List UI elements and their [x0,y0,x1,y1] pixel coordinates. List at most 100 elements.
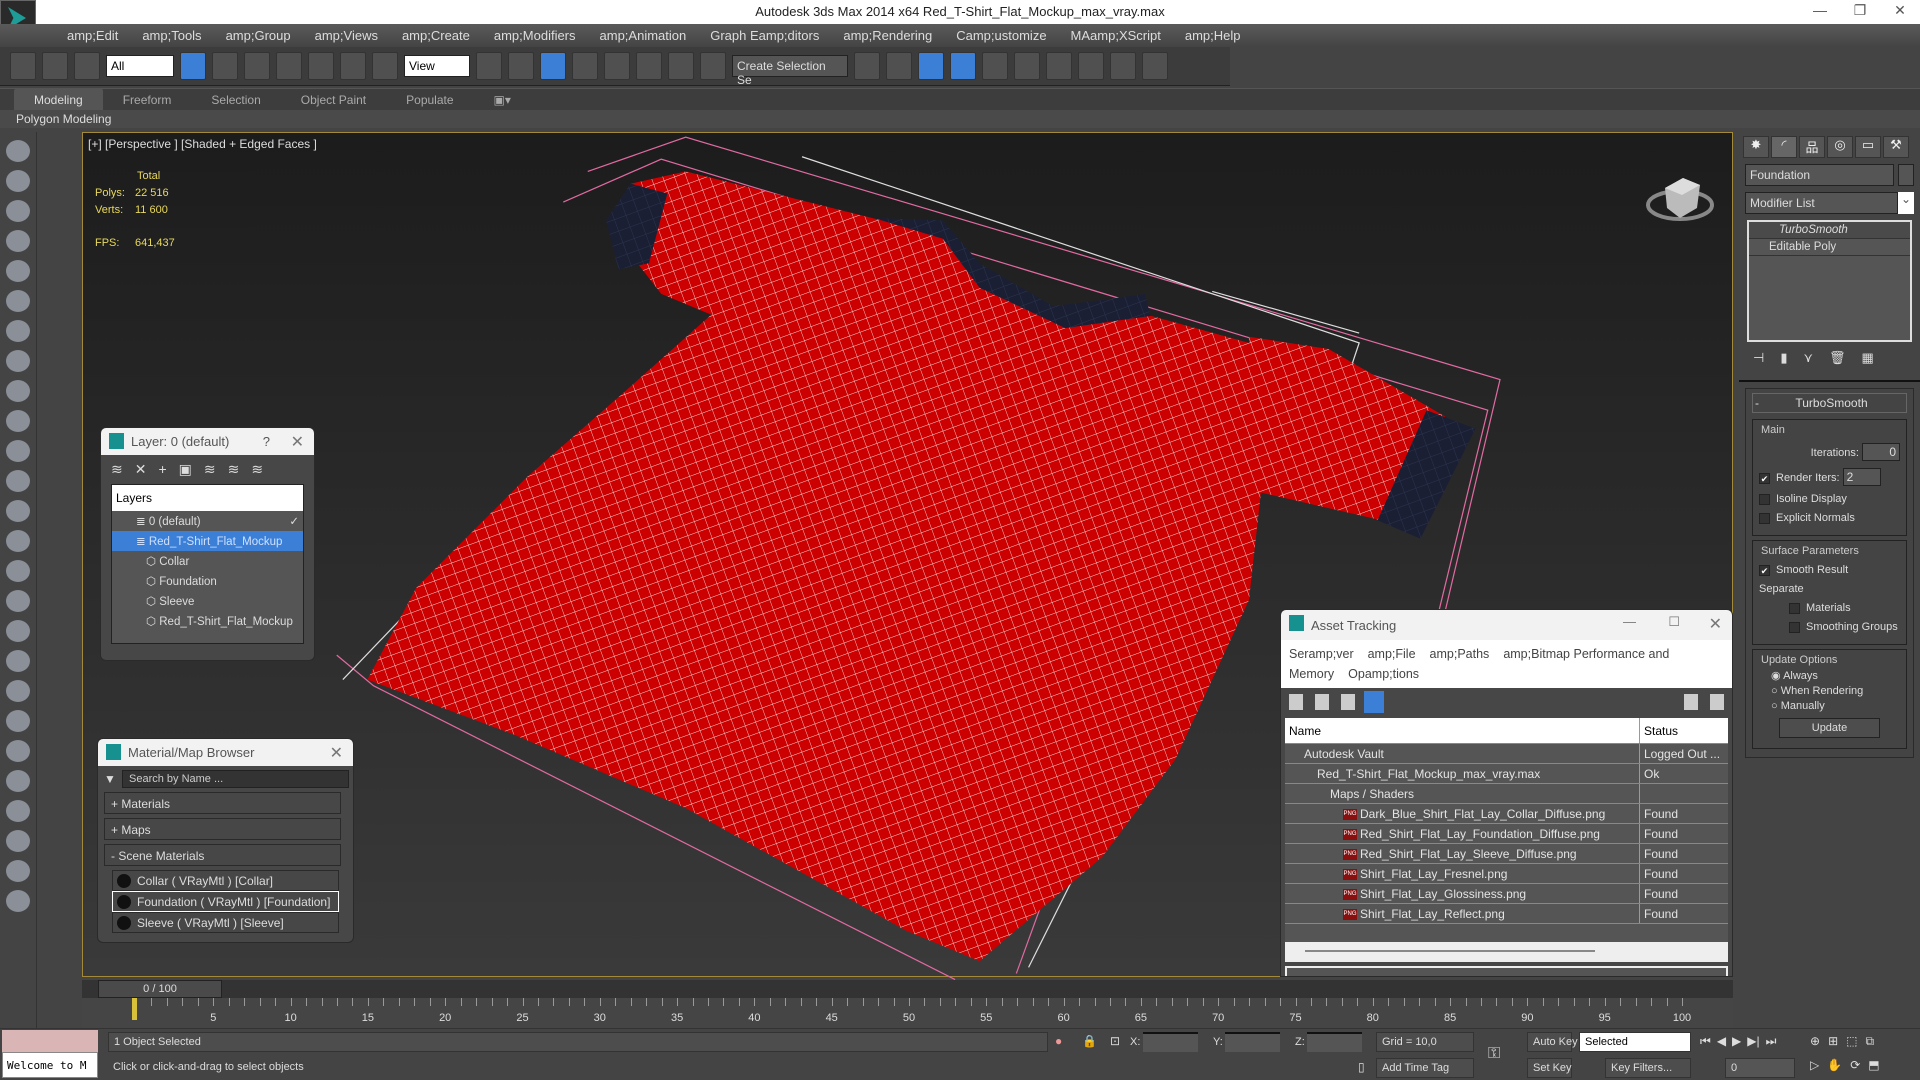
select-object-icon[interactable] [180,52,206,80]
object-name-field[interactable]: Foundation [1745,164,1894,186]
ribbon-tab[interactable]: Modeling [14,89,103,110]
menu-item[interactable]: amp;Tools [130,24,213,47]
keyboard-shortcut-override-icon[interactable] [540,52,566,80]
isolate-selection-icon[interactable]: ● [1055,1034,1062,1048]
layer-row[interactable]: ⬡ Sleeve [112,591,303,611]
pan-icon[interactable]: ✋ [1827,1058,1842,1072]
spacewarp-icon[interactable] [6,410,30,432]
window-crossing-icon[interactable] [276,52,302,80]
highlight-layer-icon[interactable]: ≋ [204,461,216,478]
close-button[interactable]: ✕ [291,432,304,452]
go-to-start-icon[interactable]: ⏮ [1700,1034,1711,1049]
material-item[interactable]: Sleeve ( VRayMtl ) [Sleeve] [112,912,339,933]
asset-row[interactable]: PNG Shirt_Flat_Lay_Reflect.png Found [1285,904,1728,924]
maximize-viewport-icon[interactable]: ⧉ [1865,1034,1874,1049]
timeline-track[interactable]: 5 10 15 20 25 30 35 40 45 50 55 60 65 70 75 80 85 90 95 100 [82,998,1733,1028]
absolute-mode-icon[interactable]: ⊡ [1110,1034,1120,1048]
create-icon[interactable] [6,140,30,162]
menu-item[interactable]: amp;Views [303,24,390,47]
schematic-view-icon[interactable] [1014,52,1040,80]
search-input[interactable]: Search by Name ... [122,770,349,788]
stack-item-editable-poly[interactable]: Editable Poly [1749,239,1910,256]
material-editor-icon[interactable] [1046,52,1072,80]
render-icon[interactable] [6,770,30,792]
menu-item[interactable]: amp;Rendering [831,24,944,47]
options-menu-icon[interactable]: ▼ [104,772,116,786]
utilities-tab-icon[interactable]: ⚒ [1883,136,1909,158]
hierarchy-tab-icon[interactable]: 品 [1799,136,1825,158]
asset-menu-item[interactable]: Opamp;tions [1348,667,1419,681]
orbit-icon[interactable]: ⟳ [1850,1058,1860,1072]
scene-icon[interactable] [6,830,30,852]
particle-icon[interactable] [6,650,30,672]
named-selection-dropdown[interactable]: Create Selection Se [732,55,848,87]
asset-row[interactable]: Red_T-Shirt_Flat_Mockup_max_vray.max Ok [1285,764,1728,784]
scene-materials-section[interactable]: - Scene Materials [104,844,341,866]
isoline-display-checkbox[interactable] [1759,493,1770,505]
asset-path-field[interactable] [1285,966,1728,976]
help-button[interactable]: ? [263,434,270,449]
menu-item[interactable]: Camp;ustomize [944,24,1058,47]
align-icon[interactable] [886,52,912,80]
hierarchy-icon[interactable] [6,200,30,222]
next-frame-icon[interactable]: ▶| [1747,1034,1759,1049]
select-by-name-icon[interactable] [212,52,238,80]
time-slider[interactable]: 0 / 100 [98,980,222,998]
reference-coordinate-dropdown[interactable]: View [404,55,470,77]
menu-item[interactable]: amp;Modifiers [482,24,588,47]
key-filters-button[interactable]: Key Filters... [1605,1058,1691,1078]
render-iters-checkbox[interactable]: ✔ [1759,472,1770,484]
maxscript-mini-listener[interactable]: Welcome to M [2,1052,98,1078]
modify-tab-icon[interactable]: ◜ [1771,136,1797,158]
menu-item[interactable]: MAamp;XScript [1059,24,1173,47]
thumbnail-view-icon[interactable] [1341,694,1355,710]
materials-section[interactable]: + Materials [104,792,341,814]
manually-radio[interactable]: ○ [1771,700,1781,712]
hair-icon[interactable] [6,740,30,762]
hide-all-layers-icon[interactable]: ≋ [228,461,240,478]
rotate-icon[interactable] [340,52,366,80]
menu-item[interactable]: amp;Create [390,24,482,47]
layer-row[interactable]: ⬡ Foundation [112,571,303,591]
curve-editor-icon[interactable] [982,52,1008,80]
zoom-extents-icon[interactable]: ⬚ [1846,1034,1857,1049]
snaps-toggle-icon[interactable] [572,52,598,80]
asset-row[interactable]: PNG Shirt_Flat_Lay_Glossiness.png Found [1285,884,1728,904]
utilities-icon[interactable] [6,290,30,312]
bind-space-warp-icon[interactable] [74,52,100,80]
cone-icon[interactable] [6,560,30,582]
xref-icon[interactable] [6,890,30,912]
asset-row[interactable]: PNG Dark_Blue_Shirt_Flat_Lay_Collar_Diffu… [1285,804,1728,824]
angle-snap-icon[interactable] [604,52,630,80]
layer-manager-icon[interactable] [918,52,944,80]
zoom-icon[interactable]: ⊕ [1810,1034,1820,1049]
set-key-button[interactable]: Set Key [1527,1058,1572,1078]
object-color-swatch[interactable] [1898,164,1914,186]
selection-filter-dropdown[interactable]: All [106,55,174,77]
light-icon[interactable] [6,350,30,372]
fur-icon[interactable] [6,710,30,732]
z-coordinate-field[interactable] [1307,1032,1362,1052]
restore-button[interactable]: ❐ [1840,2,1880,19]
viewcube-icon[interactable] [1645,163,1715,233]
materials-checkbox[interactable] [1789,602,1800,614]
edit-named-selection-icon[interactable] [700,52,726,80]
ribbon-tab[interactable]: Object Paint [281,89,386,110]
iterations-spinner[interactable]: 0 [1862,443,1900,461]
layer-row[interactable]: ≣ 0 (default) ✓ [112,511,303,531]
systems-icon[interactable] [6,440,30,462]
current-frame-field[interactable]: 0 [1725,1058,1795,1078]
maps-section[interactable]: + Maps [104,818,341,840]
material-item[interactable]: Foundation ( VRayMtl ) [Foundation] [112,891,339,912]
modify-icon[interactable] [6,170,30,192]
motion-tab-icon[interactable]: ◎ [1827,136,1853,158]
previous-frame-icon[interactable]: ◀ [1717,1034,1726,1049]
turbosmooth-rollout-header[interactable]: - TurboSmooth [1752,393,1907,413]
close-button[interactable]: ✕ [330,743,343,763]
ribbon-options-icon[interactable]: ▣▾ [474,89,531,110]
motion-icon[interactable] [6,230,30,252]
table-view-icon[interactable] [1364,691,1384,713]
horizontal-scrollbar[interactable] [1285,942,1728,962]
maximize-button[interactable]: ☐ [1668,614,1680,630]
layer-row[interactable]: ⬡ Collar [112,551,303,571]
